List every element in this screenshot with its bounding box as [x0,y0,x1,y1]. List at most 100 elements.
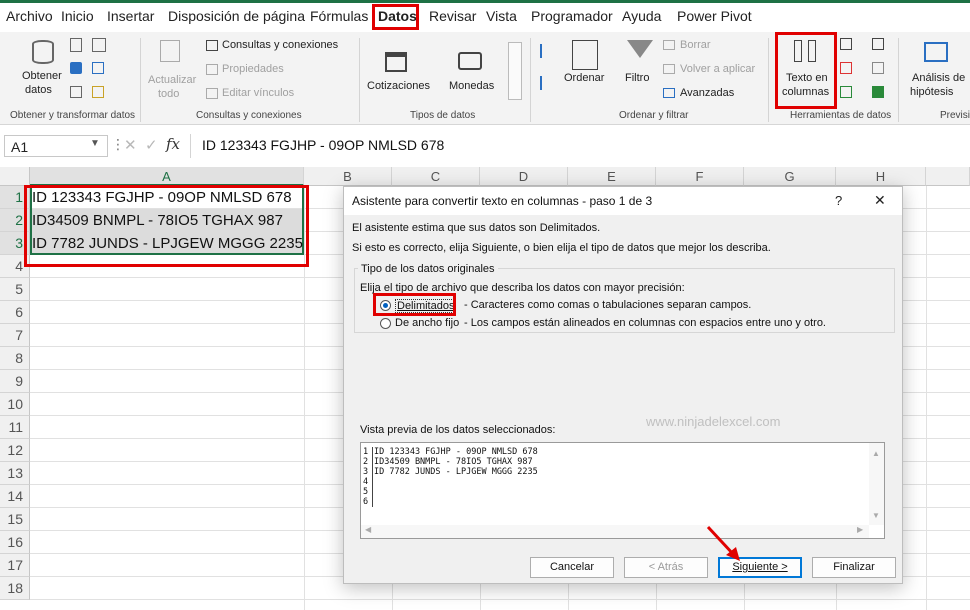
separator [898,38,899,122]
select-all-corner[interactable] [0,167,30,186]
row-header[interactable]: 10 [0,393,30,416]
dialog-title: Asistente para convertir texto en column… [352,194,653,208]
text-to-columns-dialog: Asistente para convertir texto en column… [343,186,903,584]
currency-icon [458,52,482,70]
menu-vista[interactable]: Vista [486,8,517,24]
clear-button[interactable]: Borrar [680,39,711,51]
reapply-button[interactable]: Volver a aplicar [680,63,755,75]
help-icon[interactable]: ? [835,193,842,208]
col-header-c[interactable]: C [392,167,480,186]
group-get-transform: Obtener y transformar datos [10,110,136,121]
sort-az-icon[interactable] [540,44,552,58]
row-header[interactable]: 16 [0,531,30,554]
chevron-down-icon[interactable]: ▼ [90,138,100,149]
from-text-icon[interactable] [70,38,82,52]
scroll-down-icon[interactable]: ▼ [872,511,880,520]
col-header-a[interactable]: A [30,167,304,186]
bank-icon [385,52,407,72]
col-header-g[interactable]: G [744,167,836,186]
flash-fill-icon[interactable] [840,38,852,50]
fixed-width-label[interactable]: De ancho fijo [395,317,459,329]
preview-line: 3 ID 7782 JUNDS - LPJGEW MGGG 2235 [363,467,538,477]
menu-programador[interactable]: Programador [531,8,613,24]
consolidate-icon[interactable] [872,38,884,50]
row-header[interactable]: 11 [0,416,30,439]
refresh-all-label2[interactable]: todo [158,88,179,100]
row-header[interactable]: 6 [0,301,30,324]
preview-label: Vista previa de los datos seleccionados: [360,424,556,436]
fx-icon[interactable]: fx [166,135,180,153]
row-header[interactable]: 7 [0,324,30,347]
data-from-picture-icon[interactable] [92,86,104,98]
menu-archivo[interactable]: Archivo [6,8,53,24]
finish-button[interactable]: Finalizar [812,557,896,578]
row-header[interactable]: 17 [0,554,30,577]
queries-connections-button[interactable]: Consultas y conexiones [222,39,338,51]
data-type-group-title: Tipo de los datos originales [358,263,498,275]
col-header-h[interactable]: H [836,167,926,186]
cancel-button[interactable]: Cancelar [530,557,614,578]
radio-fixed-width[interactable] [380,318,391,329]
col-header-e[interactable]: E [568,167,656,186]
row-header[interactable]: 5 [0,278,30,301]
preview-line: 6 [363,497,374,507]
relationships-icon[interactable] [872,62,884,74]
row-header[interactable]: 12 [0,439,30,462]
what-if-label[interactable]: Análisis de [912,72,965,84]
data-validation-icon[interactable] [840,86,852,98]
preview-hscroll[interactable] [361,525,869,538]
col-header-b[interactable]: B [304,167,392,186]
what-if-label2[interactable]: hipótesis [910,86,953,98]
menu-formulas[interactable]: Fórmulas [310,8,368,24]
row-header[interactable]: 14 [0,485,30,508]
row-header[interactable]: 13 [0,462,30,485]
clear-filter-icon [663,40,675,50]
cancel-icon[interactable]: ✕ [124,136,137,154]
advanced-button[interactable]: Avanzadas [680,87,734,99]
scroll-right-icon[interactable]: ▶ [857,525,863,534]
separator [359,38,360,122]
row-header[interactable]: 9 [0,370,30,393]
refresh-all-label[interactable]: Actualizar [148,74,196,86]
col-header-next[interactable] [926,167,970,186]
existing-connections-icon[interactable] [70,86,82,98]
row-header[interactable]: 8 [0,347,30,370]
row-header[interactable]: 15 [0,508,30,531]
properties-button[interactable]: Propiedades [222,63,284,75]
remove-duplicates-icon[interactable] [840,62,852,74]
menu-revisar[interactable]: Revisar [429,8,476,24]
close-icon[interactable]: ✕ [874,192,886,209]
data-model-icon[interactable] [872,86,884,98]
data-preview[interactable]: 1 ID 123343 FGJHP - 09OP NMLSD 678 2 ID3450… [360,442,885,539]
menu-ayuda[interactable]: Ayuda [622,8,661,24]
group-queries: Consultas y conexiones [196,110,302,121]
edit-links-button[interactable]: Editar vínculos [222,87,294,99]
formula-input[interactable]: ID 123343 FGJHP - 09OP NMLSD 678 [202,137,444,153]
scroll-left-icon[interactable]: ◀ [365,525,371,534]
currencies-button[interactable]: Monedas [449,80,494,92]
menu-disposicion[interactable]: Disposición de página [168,8,305,24]
menu-power-pivot[interactable]: Power Pivot [677,8,752,24]
preview-line: 1 ID 123343 FGJHP - 09OP NMLSD 678 [363,447,538,457]
stocks-button[interactable]: Cotizaciones [367,80,430,92]
scroll-up-icon[interactable]: ▲ [872,449,880,458]
recent-sources-icon[interactable] [92,62,104,74]
highlight-data-range [24,185,309,267]
col-header-f[interactable]: F [656,167,744,186]
menu-insertar[interactable]: Insertar [107,8,154,24]
enter-icon[interactable]: ✓ [145,136,158,154]
from-table-icon[interactable] [92,38,106,52]
back-button[interactable]: < Atrás [624,557,708,578]
datatype-gallery-scroll[interactable] [508,42,522,100]
menu-inicio[interactable]: Inicio [61,8,94,24]
col-header-d[interactable]: D [480,167,568,186]
reapply-icon [663,64,675,74]
grid-vline [926,186,927,610]
fixed-width-description: - Los campos están alineados en columnas… [464,317,826,329]
row-header[interactable]: 18 [0,577,30,600]
preview-line-text: ID 123343 FGJHP - 09OP NMLSD 678 [374,447,538,457]
sort-button[interactable]: Ordenar [564,72,604,84]
from-web-icon[interactable] [70,62,82,74]
sort-za-icon[interactable] [540,76,552,90]
filter-button[interactable]: Filtro [625,72,649,84]
